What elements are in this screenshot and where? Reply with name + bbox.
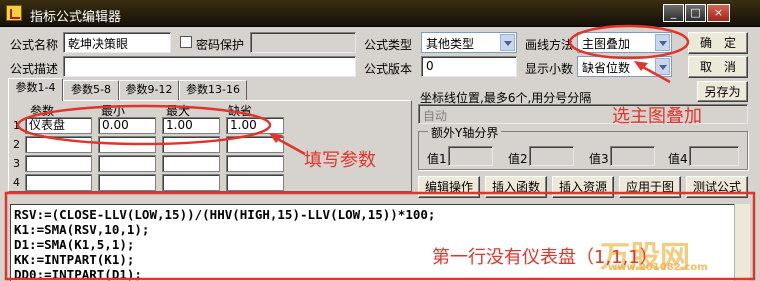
formula-desc-input[interactable]	[63, 56, 356, 77]
window-title: 指标公式编辑器	[30, 10, 122, 25]
tab-params-5-8[interactable]: 参数5-8	[63, 80, 119, 100]
formula-version-label: 公式版本	[364, 62, 413, 76]
edit-ops-button[interactable]: 编辑操作	[418, 176, 480, 198]
apply-to-chart-button[interactable]: 应用于图	[619, 176, 681, 198]
tab-params-9-12[interactable]: 参数9-12	[119, 80, 179, 100]
title-bar: 指标公式编辑器 _ □ ×	[0, 0, 760, 27]
param-max-cell[interactable]: 1.00	[162, 117, 220, 134]
param-min-cell[interactable]	[98, 136, 156, 153]
code-line: KK:=INTPART(K1);	[14, 252, 135, 267]
draw-method-value: 主图叠加	[582, 37, 631, 51]
code-line: D1:=SMA(K1,5,1);	[14, 237, 135, 252]
password-input[interactable]	[250, 32, 356, 53]
editor-scrollbar[interactable]	[734, 204, 750, 281]
save-as-button[interactable]: 另存为	[697, 81, 748, 102]
cancel-button[interactable]: 取 消	[688, 56, 748, 78]
code-line: K1:=SMA(RSV,10,1);	[14, 222, 150, 237]
minimize-button[interactable]: _	[663, 4, 684, 22]
param-max-cell[interactable]	[162, 174, 220, 191]
chevron-down-icon	[655, 58, 670, 75]
annotation-fill-params: 填写参数	[304, 150, 376, 171]
formula-name-label: 公式名称	[10, 38, 59, 52]
insert-function-button[interactable]: 插入函数	[485, 176, 547, 198]
row-number: 1	[13, 119, 20, 132]
yaxis-value2-input[interactable]	[529, 146, 574, 166]
annotation-select-main: 选主图叠加	[612, 106, 702, 127]
param-name-cell[interactable]	[25, 136, 92, 153]
close-button[interactable]: ×	[707, 4, 730, 22]
param-name-cell[interactable]	[25, 155, 92, 172]
password-checkbox[interactable]	[180, 36, 192, 48]
tab-params-1-4[interactable]: 参数1-4	[8, 78, 63, 101]
draw-method-label: 画线方法	[525, 38, 574, 52]
formula-name-input[interactable]: 乾坤决策眼	[63, 32, 171, 53]
param-min-cell[interactable]: 0.00	[98, 117, 156, 134]
formula-version-input[interactable]: 0	[421, 56, 517, 77]
formula-type-select[interactable]: 其他类型	[421, 32, 517, 53]
yaxis-value3-label: 值3	[589, 152, 609, 166]
tab-params-13-16[interactable]: 参数13-16	[179, 80, 247, 100]
code-line: RSV:=(CLOSE-LLV(LOW,15))/(HHV(HIGH,15)-L…	[14, 207, 436, 222]
param-min-cell[interactable]	[98, 155, 156, 172]
param-default-cell[interactable]: 1.00	[226, 117, 284, 134]
param-default-cell[interactable]	[226, 136, 284, 153]
app-icon	[6, 5, 22, 21]
code-line: DD0:=INTPART(D1);	[14, 267, 142, 281]
yaxis-value4-label: 值4	[668, 152, 688, 166]
password-label: 密码保护	[196, 38, 245, 52]
chevron-down-icon	[500, 34, 515, 51]
yaxis-value1-input[interactable]	[448, 146, 493, 166]
chevron-down-icon	[655, 34, 670, 51]
row-number: 4	[13, 176, 20, 189]
formula-type-value: 其他类型	[426, 37, 475, 51]
test-formula-button[interactable]: 测试公式	[686, 176, 748, 198]
param-name-cell[interactable]: 仪表盘	[25, 117, 92, 134]
param-name-cell[interactable]	[25, 174, 92, 191]
annotation-first-line: 第一行没有仪表盘（1,1,1）	[432, 247, 658, 268]
draw-method-select[interactable]: 主图叠加	[577, 32, 672, 53]
yaxis-value2-label: 值2	[508, 152, 528, 166]
maximize-button[interactable]: □	[685, 4, 706, 22]
yaxis-value3-input[interactable]	[610, 146, 655, 166]
ok-button[interactable]: 确 定	[688, 32, 748, 54]
param-default-cell[interactable]	[226, 174, 284, 191]
yaxis-value4-input[interactable]	[689, 146, 739, 166]
param-max-cell[interactable]	[162, 136, 220, 153]
insert-resource-button[interactable]: 插入资源	[552, 176, 614, 198]
row-number: 3	[13, 157, 20, 170]
yaxis-group-title: 额外Y轴分界	[428, 124, 502, 141]
formula-desc-label: 公式描述	[10, 62, 59, 76]
formula-type-label: 公式类型	[364, 38, 413, 52]
yaxis-value1-label: 值1	[427, 152, 447, 166]
decimal-value: 缺省位数	[582, 61, 631, 75]
row-number: 2	[13, 138, 20, 151]
decimal-select[interactable]: 缺省位数	[577, 56, 672, 77]
decimal-label: 显示小数	[525, 62, 574, 76]
param-default-cell[interactable]	[226, 155, 284, 172]
param-max-cell[interactable]	[162, 155, 220, 172]
param-min-cell[interactable]	[98, 174, 156, 191]
